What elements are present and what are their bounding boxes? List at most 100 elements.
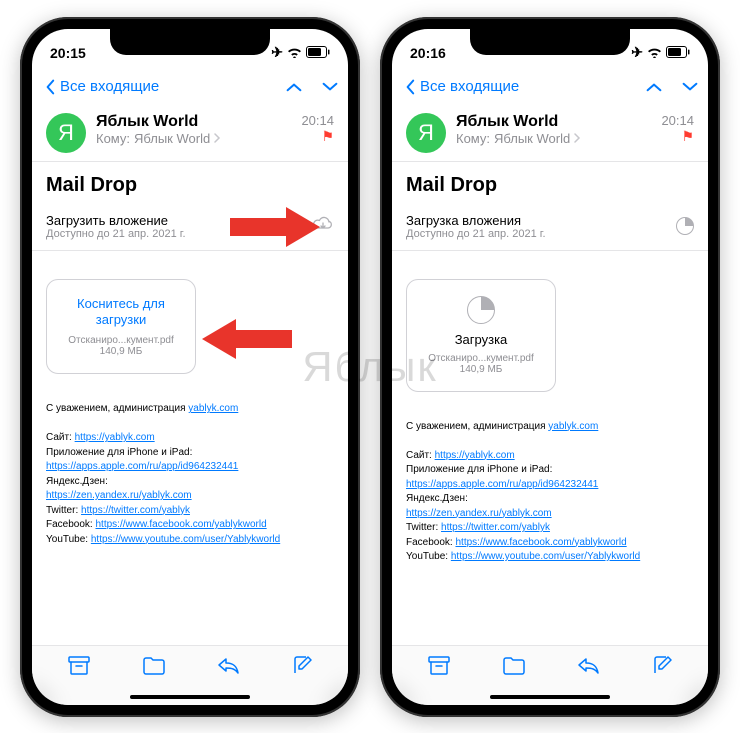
progress-indicator-icon	[467, 296, 495, 324]
link-dzen[interactable]: https://zen.yandex.ru/yablyk.com	[46, 490, 192, 501]
message-header: Я Яблык World Кому: Яблык World 20:14 ⚑	[32, 107, 348, 162]
phone-right: 20:16 ✈︎ Все входящие Я	[380, 17, 720, 717]
avatar[interactable]: Я	[46, 113, 86, 153]
chevron-right-icon	[574, 133, 581, 143]
battery-icon	[666, 45, 690, 61]
wifi-icon	[647, 45, 662, 61]
home-indicator[interactable]	[130, 695, 250, 699]
to-line[interactable]: Кому: Яблык World	[456, 131, 651, 146]
chevron-left-icon	[402, 79, 418, 95]
reply-button[interactable]	[217, 657, 239, 680]
folder-button[interactable]	[143, 657, 165, 680]
link-twitter[interactable]: https://twitter.com/yablyk	[81, 505, 190, 516]
link-site[interactable]: https://yablyk.com	[75, 432, 155, 443]
link-youtube[interactable]: https://www.youtube.com/user/Yablykworld	[91, 534, 280, 545]
message-header: Я Яблык World Кому: Яблык World 20:14 ⚑	[392, 107, 708, 162]
attach-expiry: Доступно до 21 апр. 2021 г.	[406, 228, 546, 240]
status-time: 20:16	[410, 45, 446, 61]
annotation-arrow-2	[202, 319, 292, 359]
flag-icon: ⚑	[661, 128, 694, 145]
attach-title: Загрузка вложения	[406, 213, 546, 228]
to-name: Яблык World	[134, 131, 210, 146]
from-name[interactable]: Яблык World	[96, 113, 291, 131]
sig-yt-label: YouTube:	[406, 551, 451, 562]
message-time: 20:14	[661, 113, 694, 128]
link-site[interactable]: https://yablyk.com	[435, 450, 515, 461]
sig-dzen-label: Яндекс.Дзен:	[46, 476, 108, 487]
to-prefix: Кому:	[96, 131, 130, 146]
subject: Mail Drop	[32, 162, 348, 207]
annotation-arrow-1	[230, 207, 320, 247]
airplane-icon: ✈︎	[631, 44, 643, 61]
notch	[110, 29, 270, 55]
attachment-card[interactable]: Загрузка Отсканиро...кумент.pdf 140,9 МБ	[406, 279, 556, 392]
back-button[interactable]: Все входящие	[402, 78, 519, 95]
nav-bar: Все входящие	[32, 67, 348, 107]
airplane-icon: ✈︎	[271, 44, 283, 61]
sig-greeting: С уважением, администрация	[406, 421, 548, 432]
link-twitter[interactable]: https://twitter.com/yablyk	[441, 522, 550, 533]
sig-app-label: Приложение для iPhone и iPad:	[46, 447, 192, 458]
reply-button[interactable]	[577, 657, 599, 680]
next-message-button[interactable]	[682, 79, 698, 95]
attach-title: Загрузить вложение	[46, 213, 186, 228]
chevron-right-icon	[214, 133, 221, 143]
archive-button[interactable]	[428, 656, 450, 681]
folder-button[interactable]	[503, 657, 525, 680]
back-label: Все входящие	[60, 78, 159, 95]
progress-indicator-icon	[676, 217, 694, 235]
link-dzen[interactable]: https://zen.yandex.ru/yablyk.com	[406, 508, 552, 519]
file-name: Отсканиро...кумент.pdf	[55, 335, 187, 346]
file-size: 140,9 МБ	[415, 364, 547, 375]
wifi-icon	[287, 45, 302, 61]
nav-bar: Все входящие	[392, 67, 708, 107]
link-youtube[interactable]: https://www.youtube.com/user/Yablykworld	[451, 551, 640, 562]
maildrop-row[interactable]: Загрузить вложение Доступно до 21 апр. 2…	[32, 207, 348, 251]
home-indicator[interactable]	[490, 695, 610, 699]
subject: Mail Drop	[392, 162, 708, 207]
link-facebook[interactable]: https://www.facebook.com/yablykworld	[95, 519, 266, 530]
file-size: 140,9 МБ	[55, 346, 187, 357]
to-prefix: Кому:	[456, 131, 490, 146]
compose-button[interactable]	[652, 656, 672, 681]
archive-button[interactable]	[68, 656, 90, 681]
to-name: Яблык World	[494, 131, 570, 146]
back-button[interactable]: Все входящие	[42, 78, 159, 95]
attach-expiry: Доступно до 21 апр. 2021 г.	[46, 228, 186, 240]
from-name[interactable]: Яблык World	[456, 113, 651, 131]
sig-tw-label: Twitter:	[406, 522, 441, 533]
prev-message-button[interactable]	[286, 79, 302, 95]
link-app[interactable]: https://apps.apple.com/ru/app/id96423244…	[406, 479, 598, 490]
notch	[470, 29, 630, 55]
flag-icon: ⚑	[301, 128, 334, 145]
compose-button[interactable]	[292, 656, 312, 681]
link-app[interactable]: https://apps.apple.com/ru/app/id96423244…	[46, 461, 238, 472]
file-name: Отсканиро...кумент.pdf	[415, 353, 547, 364]
message-body: С уважением, администрация yablyk.com Са…	[32, 402, 348, 547]
message-body: С уважением, администрация yablyk.com Са…	[392, 420, 708, 565]
sig-tw-label: Twitter:	[46, 505, 81, 516]
sig-fb-label: Facebook:	[406, 537, 455, 548]
link-facebook[interactable]: https://www.facebook.com/yablykworld	[455, 537, 626, 548]
status-time: 20:15	[50, 45, 86, 61]
card-title-line2: загрузки	[96, 312, 146, 327]
sig-app-label: Приложение для iPhone и iPad:	[406, 464, 552, 475]
card-title: Загрузка	[415, 332, 547, 347]
card-title-line1: Коснитесь для	[77, 296, 165, 311]
link-yablyk[interactable]: yablyk.com	[188, 403, 238, 414]
to-line[interactable]: Кому: Яблык World	[96, 131, 291, 146]
prev-message-button[interactable]	[646, 79, 662, 95]
avatar[interactable]: Я	[406, 113, 446, 153]
sig-greeting: С уважением, администрация	[46, 403, 188, 414]
maildrop-row[interactable]: Загрузка вложения Доступно до 21 апр. 20…	[392, 207, 708, 251]
sig-site-label: Сайт:	[46, 432, 75, 443]
phone-left: 20:15 ✈︎ Все входящие Я	[20, 17, 360, 717]
chevron-left-icon	[42, 79, 58, 95]
message-time: 20:14	[301, 113, 334, 128]
next-message-button[interactable]	[322, 79, 338, 95]
sig-dzen-label: Яндекс.Дзен:	[406, 493, 468, 504]
sig-site-label: Сайт:	[406, 450, 435, 461]
link-yablyk[interactable]: yablyk.com	[548, 421, 598, 432]
attachment-card[interactable]: Коснитесь для загрузки Отсканиро...кумен…	[46, 279, 196, 375]
sig-fb-label: Facebook:	[46, 519, 95, 530]
